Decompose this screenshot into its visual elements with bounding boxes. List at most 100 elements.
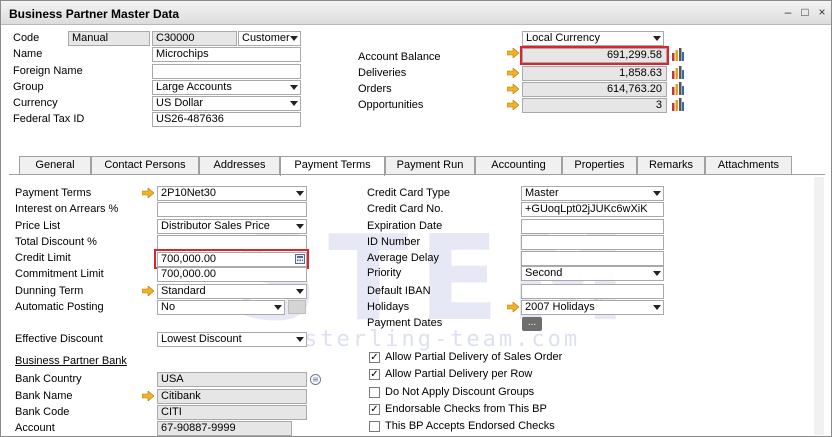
price-list-select[interactable]: Distributor Sales Price [157, 219, 307, 234]
price-list-value: Distributor Sales Price [161, 220, 270, 232]
credit-limit-field[interactable]: 700,000.00 [157, 252, 307, 267]
allow-partial-delivery-so-checkbox[interactable]: ✓ [369, 352, 380, 363]
opportunities-field: 3 [522, 98, 667, 113]
chevron-down-icon [290, 36, 298, 41]
tab-general[interactable]: General [19, 156, 91, 175]
commitment-limit-field[interactable]: 700,000.00 [157, 267, 307, 282]
automatic-posting-value: No [161, 301, 176, 313]
avg-delay-field[interactable] [521, 251, 664, 266]
federal-tax-label: Federal Tax ID [13, 113, 85, 125]
code-label: Code [13, 32, 40, 44]
default-iban-field[interactable] [521, 284, 664, 299]
tab-attachments[interactable]: Attachments [705, 156, 792, 175]
local-currency-value: Local Currency [526, 32, 600, 44]
link-arrow-icon[interactable] [507, 100, 519, 110]
effective-discount-select[interactable]: Lowest Discount [157, 332, 307, 347]
federal-tax-field[interactable]: US26-487636 [152, 112, 301, 127]
minimize-icon[interactable]: – [781, 6, 795, 19]
interest-label: Interest on Arrears % [15, 203, 119, 215]
group-value: Large Accounts [156, 81, 232, 93]
link-arrow-icon[interactable] [507, 302, 519, 312]
dunning-term-select[interactable]: Standard [157, 284, 307, 299]
automatic-posting-select[interactable]: No [157, 300, 285, 315]
tab-contact-persons[interactable]: Contact Persons [91, 156, 199, 175]
endorsable-checks-label: Endorsable Checks from This BP [385, 403, 547, 415]
chevron-down-icon [296, 224, 304, 229]
dunning-term-value: Standard [161, 285, 206, 297]
payment-terms-value: 2P10Net30 [161, 187, 217, 199]
name-field[interactable]: Microchips [152, 47, 301, 62]
link-arrow-icon[interactable] [142, 286, 154, 296]
payment-dates-button[interactable]: ... [522, 317, 542, 331]
id-number-field[interactable] [521, 235, 664, 250]
total-discount-field[interactable] [157, 235, 307, 250]
tab-properties[interactable]: Properties [562, 156, 637, 175]
priority-select[interactable]: Second [521, 266, 664, 281]
tab-payment-terms[interactable]: Payment Terms [280, 156, 385, 176]
interest-field[interactable] [157, 202, 307, 217]
endorsable-checks-checkbox[interactable]: ✓ [369, 404, 380, 415]
cc-no-field[interactable]: +GUoqLpt02jJUKc6wXiK [521, 202, 664, 217]
id-number-label: ID Number [367, 236, 421, 248]
foreign-name-field[interactable] [152, 64, 301, 79]
dunning-term-label: Dunning Term [15, 285, 84, 297]
chevron-down-icon [296, 289, 304, 294]
local-currency-select[interactable]: Local Currency [522, 31, 664, 46]
bank-name-field[interactable]: Citibank [157, 389, 307, 404]
chevron-down-icon [653, 36, 661, 41]
currency-select[interactable]: US Dollar [152, 96, 301, 111]
bar-chart-icon[interactable] [671, 66, 684, 79]
cc-type-select[interactable]: Master [521, 186, 664, 201]
tab-payment-run[interactable]: Payment Run [385, 156, 475, 175]
bar-chart-icon[interactable] [671, 48, 684, 61]
priority-label: Priority [367, 267, 402, 279]
price-list-label: Price List [15, 220, 61, 232]
payment-terms-select[interactable]: 2P10Net30 [157, 186, 307, 201]
account-label: Account [15, 422, 55, 434]
automatic-posting-button[interactable] [288, 300, 306, 314]
accepts-endorsed-checks-checkbox[interactable] [369, 421, 380, 432]
link-arrow-icon[interactable] [142, 188, 154, 198]
effective-discount-label: Effective Discount [15, 333, 103, 345]
bar-chart-icon[interactable] [671, 98, 684, 111]
vertical-scrollbar[interactable] [814, 177, 824, 435]
link-arrow-icon[interactable] [507, 48, 519, 58]
holidays-select[interactable]: 2007 Holidays [521, 300, 664, 315]
deliveries-field: 1,858.63 [522, 66, 667, 81]
holidays-value: 2007 Holidays [525, 301, 595, 313]
bp-type-select[interactable]: Customer [238, 31, 301, 46]
window-title: Business Partner Master Data [9, 7, 180, 21]
code-series-select[interactable]: Manual [68, 31, 150, 46]
currency-value: US Dollar [156, 97, 204, 109]
effective-discount-value: Lowest Discount [161, 333, 242, 345]
cc-type-value: Master [525, 187, 559, 199]
no-discount-groups-checkbox[interactable] [369, 387, 380, 398]
calculator-icon[interactable] [295, 254, 305, 264]
accepts-endorsed-checks-label: This BP Accepts Endorsed Checks [385, 420, 555, 432]
chevron-down-icon [653, 191, 661, 196]
bank-code-field[interactable]: CITI [157, 405, 307, 420]
payment-dates-label: Payment Dates [367, 317, 443, 329]
link-arrow-icon[interactable] [507, 68, 519, 78]
close-icon[interactable]: × [815, 6, 829, 19]
tab-accounting[interactable]: Accounting [475, 156, 562, 175]
tab-remarks[interactable]: Remarks [637, 156, 705, 175]
bp-bank-label[interactable]: Business Partner Bank [15, 355, 127, 367]
account-field[interactable]: 67-90887-9999 [157, 421, 292, 436]
allow-partial-delivery-row-checkbox[interactable]: ✓ [369, 369, 380, 380]
code-field[interactable]: C30000 [152, 31, 237, 46]
list-icon[interactable] [310, 374, 321, 385]
no-discount-groups-label: Do Not Apply Discount Groups [385, 386, 535, 398]
link-arrow-icon[interactable] [142, 391, 154, 401]
chevron-down-icon [296, 337, 304, 342]
group-select[interactable]: Large Accounts [152, 80, 301, 95]
chevron-down-icon [653, 305, 661, 310]
link-arrow-icon[interactable] [507, 84, 519, 94]
bar-chart-icon[interactable] [671, 82, 684, 95]
maximize-icon[interactable]: □ [798, 6, 812, 19]
chevron-down-icon [653, 271, 661, 276]
expiration-field[interactable] [521, 219, 664, 234]
credit-limit-value: 700,000.00 [161, 253, 217, 265]
tab-addresses[interactable]: Addresses [199, 156, 280, 175]
bank-country-field[interactable]: USA [157, 372, 307, 387]
